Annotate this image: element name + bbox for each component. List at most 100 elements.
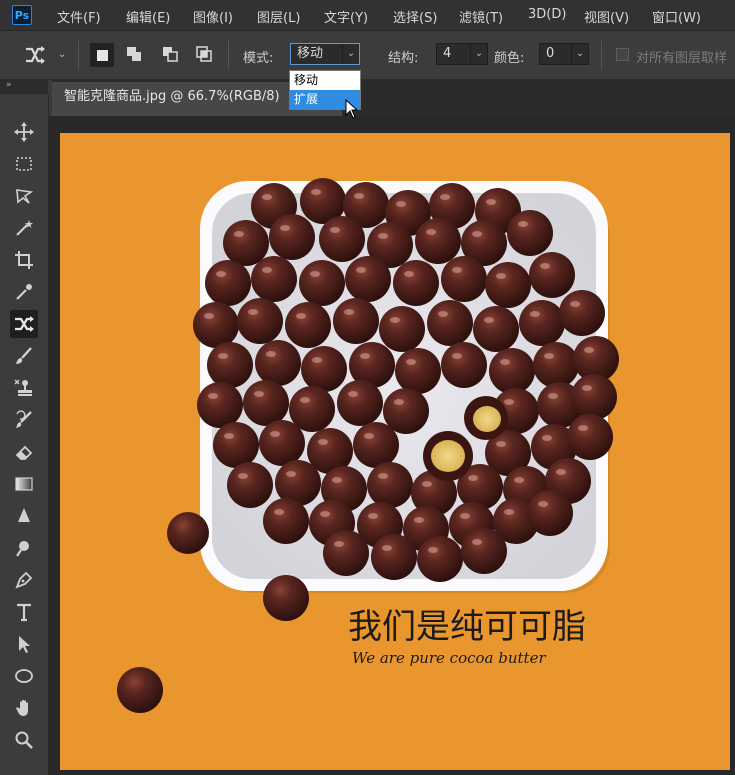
chocolate-ball-highlight [504, 399, 514, 405]
chocolate-ball-highlight [438, 311, 448, 317]
crop-icon[interactable] [10, 246, 38, 274]
subtract-selection-icon[interactable] [160, 44, 180, 68]
chocolate-ball-highlight [468, 475, 478, 481]
chocolate-ball-highlight [238, 473, 248, 479]
chocolate-ball-highlight [548, 393, 558, 399]
menu-select[interactable]: 选择(S) [393, 7, 437, 26]
eraser-icon[interactable] [10, 438, 38, 466]
collapse-icon[interactable]: » [6, 80, 12, 90]
chocolate-ball-highlight [496, 273, 506, 279]
dodge-icon[interactable] [10, 534, 38, 562]
gradient-icon[interactable] [10, 470, 38, 498]
chevron-down-icon[interactable]: ⌄ [58, 49, 66, 60]
chocolate-ball [393, 260, 439, 306]
chocolate-ball-highlight [460, 513, 470, 519]
chocolate-ball [415, 218, 461, 264]
chocolate-ball [507, 210, 553, 256]
chocolate-ball [285, 302, 331, 348]
magic-wand-icon[interactable] [10, 214, 38, 242]
menu-window[interactable]: 窗口(W) [652, 7, 701, 26]
menu-view[interactable]: 视图(V) [584, 7, 629, 26]
chocolate-ball [367, 462, 413, 508]
add-selection-icon[interactable] [124, 44, 144, 68]
photoshop-logo: Ps [12, 5, 32, 25]
chocolate-ball-highlight [514, 477, 524, 483]
menu-layer[interactable]: 图层(L) [257, 7, 300, 26]
eyedropper-icon[interactable] [10, 278, 38, 306]
content-aware-move-icon[interactable] [10, 310, 38, 338]
color-select-value: 0 [546, 46, 555, 61]
mode-select-value: 移动 [297, 46, 324, 61]
chocolate-ball-highlight [504, 509, 514, 515]
chocolate-ball-highlight [356, 267, 366, 273]
chocolate-ball-highlight [500, 359, 510, 365]
mode-select[interactable]: 移动 ⌄ [290, 43, 360, 65]
content-aware-move-icon[interactable] [24, 45, 46, 69]
mode-option-move[interactable]: 移动 [290, 71, 360, 90]
menu-file[interactable]: 文件(F) [57, 7, 101, 26]
menu-image[interactable]: 图像(I) [193, 7, 233, 26]
menu-3d[interactable]: 3D(D) [528, 7, 566, 22]
chocolate-ball-highlight [318, 439, 328, 445]
chocolate-ball [441, 342, 487, 388]
chocolate-ball-highlight [266, 351, 276, 357]
chocolate-ball [205, 260, 251, 306]
chocolate-ball [237, 298, 283, 344]
chocolate-ball [337, 380, 383, 426]
chocolate-ball-highlight [404, 271, 414, 277]
chocolate-ball-highlight [452, 353, 462, 359]
chocolate-ball-highlight [262, 267, 272, 273]
marquee-icon[interactable] [10, 150, 38, 178]
chocolate-ball-highlight [484, 317, 494, 323]
menu-filter[interactable]: 滤镜(T) [459, 7, 503, 26]
chocolate-ball-highlight [208, 393, 218, 399]
chocolate-ball [299, 260, 345, 306]
chocolate-ball [207, 342, 253, 388]
chocolate-ball-highlight [300, 397, 310, 403]
blur-icon[interactable] [10, 502, 38, 530]
chocolate-ball-highlight [360, 353, 370, 359]
chocolate-ball-highlight [310, 271, 320, 277]
chocolate-ball [533, 342, 579, 388]
chocolate-ball [559, 290, 605, 336]
chocolate-ball-highlight [332, 477, 342, 483]
new-selection-icon[interactable] [90, 43, 114, 67]
chocolate-ball-highlight [334, 541, 344, 547]
chevron-down-icon: ⌄ [470, 44, 487, 64]
zoom-icon[interactable] [10, 726, 38, 754]
sample-all-layers-checkbox[interactable] [616, 48, 629, 61]
path-selection-icon[interactable] [10, 630, 38, 658]
document-canvas[interactable]: 我们是纯可可脂 We are pure cocoa butter [60, 133, 730, 770]
structure-select[interactable]: 4 ⌄ [436, 43, 488, 65]
ellipse-icon[interactable] [10, 662, 38, 690]
chocolate-ball-cross-section [473, 406, 501, 432]
chevron-down-icon: ⌄ [342, 44, 359, 64]
chocolate-ball [427, 300, 473, 346]
color-select[interactable]: 0 ⌄ [539, 43, 589, 65]
brush-icon[interactable] [10, 342, 38, 370]
color-label: 颜色: [494, 51, 525, 66]
clone-stamp-icon[interactable] [10, 374, 38, 402]
chocolate-ball-highlight [406, 359, 416, 365]
history-brush-icon[interactable] [10, 406, 38, 434]
chocolate-ball [473, 306, 519, 352]
menu-edit[interactable]: 编辑(E) [126, 7, 170, 26]
menu-bar: Ps 文件(F) 编辑(E) 图像(I) 图层(L) 文字(Y) 选择(S) 滤… [0, 0, 735, 31]
pen-icon[interactable] [10, 566, 38, 594]
toolbar-header[interactable]: » [0, 80, 48, 94]
chocolate-ball-highlight [378, 233, 388, 239]
menu-type[interactable]: 文字(Y) [324, 7, 368, 26]
move-icon[interactable] [10, 118, 38, 146]
hand-icon[interactable] [10, 694, 38, 722]
intersect-selection-icon[interactable] [194, 44, 214, 68]
chocolate-ball [441, 256, 487, 302]
chocolate-ball-highlight [570, 301, 580, 307]
lasso-icon[interactable] [10, 182, 38, 210]
chocolate-ball-highlight [368, 513, 378, 519]
chocolate-ball [345, 256, 391, 302]
chocolate-ball [193, 302, 239, 348]
chocolate-ball-highlight [582, 385, 592, 391]
divider [228, 41, 229, 69]
chocolate-ball [417, 536, 463, 582]
type-icon[interactable] [10, 598, 38, 626]
